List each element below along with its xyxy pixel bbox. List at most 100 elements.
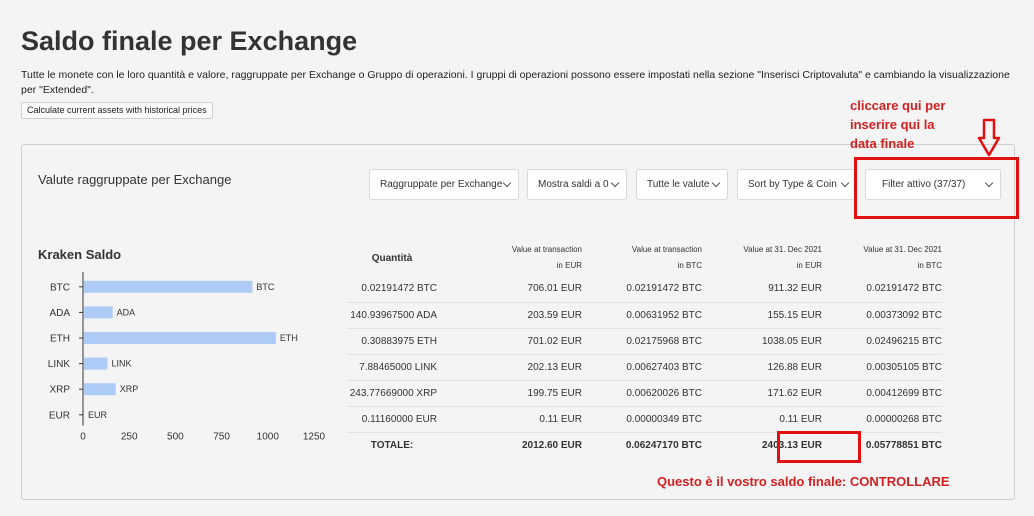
y-tick-label: ETH [50,334,70,345]
header-value-tx-eur-line2: in EUR [556,261,582,270]
table-cell: 0.00000268 BTC [822,406,942,433]
table-cell: 0.00620026 BTC [582,380,702,407]
bar-label: XRP [120,384,139,394]
x-tick-label: 1250 [303,432,326,443]
bar-label: ADA [117,307,136,317]
table-cell: 0.11160000 EUR [347,406,437,433]
total-cell: 2012.60 EUR [437,431,582,458]
instruction-line: cliccare qui per [850,98,946,113]
total-cell: 0.06247170 BTC [582,431,702,458]
bar-ada [84,306,113,319]
table-row: 0.11160000 EUR 0.11 EUR 0.00000349 BTC 0.11… [347,406,942,433]
group-by-dropdown[interactable]: Raggruppate per Exchange [369,169,519,200]
chevron-down-icon [502,178,512,188]
x-tick-label: 500 [167,432,184,443]
table-cell: 701.02 EUR [437,328,582,355]
header-value-dec-eur: Value at 31. Dec 2021 in EUR [702,242,822,276]
table-cell: 140.93967500 ADA [347,302,437,329]
table-cell: 0.11 EUR [702,406,822,433]
header-value-tx-btc: Value at transaction in BTC [582,242,702,276]
table-cell: 0.11 EUR [437,406,582,433]
currency-dropdown[interactable]: Tutte le valute [636,169,728,200]
bar-xrp [84,383,116,396]
page-title: Saldo finale per Exchange [21,26,358,56]
table-cell: 706.01 EUR [437,276,582,303]
table-cell: 0.00305105 BTC [822,354,942,381]
chevron-down-icon [610,178,620,188]
bar-label: EUR [88,410,108,420]
header-value-dec-btc-line2: in BTC [917,261,942,270]
sort-dropdown[interactable]: Sort by Type & Coin [737,169,857,200]
table-row: 140.93967500 ADA 203.59 EUR 0.00631952 BTC… [347,302,942,329]
table-cell: 0.00373092 BTC [822,302,942,329]
table-cell: 7.88465000 LINK [347,354,437,381]
zero-balance-dropdown[interactable]: Mostra saldi a 0 [527,169,627,200]
x-tick-label: 0 [80,432,86,443]
page-description: Tutte le monete con le loro quantità e v… [21,69,1010,96]
table-cell: 0.02191472 BTC [347,276,437,303]
bar-btc [84,280,253,293]
bar-link [84,357,108,370]
group-by-label: Raggruppate per Exchange [380,179,503,190]
table-cell: 126.88 EUR [702,354,822,381]
table-cell: 0.00631952 BTC [582,302,702,329]
instruction-annotation: cliccare qui per inserire qui la data fi… [850,96,945,153]
instruction-line: data finale [850,136,915,151]
header-value-tx-btc-line2: in BTC [677,261,702,270]
table-cell: 171.62 EUR [702,380,822,407]
x-tick-label: 1000 [257,432,280,443]
total-label: TOTALE: [347,431,437,458]
table-cell: 911.32 EUR [702,276,822,303]
header-value-dec-eur-line1: Value at 31. Dec 2021 [743,245,822,254]
bar-label: ETH [280,333,298,343]
x-tick-label: 750 [213,432,230,443]
highlight-total-box [777,431,861,463]
sort-label: Sort by Type & Coin [748,179,837,190]
x-tick-label: 250 [121,432,138,443]
header-value-dec-btc-line1: Value at 31. Dec 2021 [863,245,942,254]
table-cell: 0.00412699 BTC [822,380,942,407]
table-cell: 0.02175968 BTC [582,328,702,355]
y-tick-label: EUR [49,410,70,421]
table-cell: 0.00627403 BTC [582,354,702,381]
table-row: 0.02191472 BTC 706.01 EUR 0.02191472 BTC 91… [347,276,942,303]
header-value-tx-eur: Value at transaction in EUR [437,242,582,276]
table-row: 0.30883975 ETH 701.02 EUR 0.02175968 BTC 10… [347,328,942,355]
header-value-dec-btc: Value at 31. Dec 2021 in BTC [822,242,942,276]
arrow-down-icon [977,118,1001,157]
y-tick-label: BTC [50,282,70,293]
panel-title: Valute raggruppate per Exchange [38,172,232,187]
table-row: 7.88465000 LINK 202.13 EUR 0.00627403 BTC 1… [347,354,942,381]
table-cell: 155.15 EUR [702,302,822,329]
table-cell: 0.02191472 BTC [582,276,702,303]
instruction-line: inserire qui la [850,117,935,132]
bar-eth [84,332,276,344]
chevron-down-icon [840,178,850,188]
highlight-filter-box [854,157,1019,219]
zero-balance-label: Mostra saldi a 0 [538,179,609,190]
table-cell: 199.75 EUR [437,380,582,407]
table-header-row: Quantità Value at transaction in EUR Valu… [347,242,942,276]
header-value-dec-eur-line2: in EUR [796,261,822,270]
table-cell: 202.13 EUR [437,354,582,381]
y-tick-label: XRP [49,385,70,396]
table-cell: 0.02191472 BTC [822,276,942,303]
y-tick-label: LINK [48,359,71,370]
bar-label: LINK [111,359,131,369]
table-cell: 203.59 EUR [437,302,582,329]
chart-title: Kraken Saldo [38,247,122,262]
table-cell: 0.30883975 ETH [347,328,437,355]
table-row: 243.77669000 XRP 199.75 EUR 0.00620026 BTC… [347,380,942,407]
balance-bar-chart: BTC BTC ADA ADA ETH ETH LINK LINK XRP XRP EUR EUR 0 2… [48,272,326,443]
header-value-tx-btc-line1: Value at transaction [631,245,702,254]
table-cell: 243.77669000 XRP [347,380,437,407]
final-balance-note: Questo è il vostro saldo finale: CONTROL… [657,474,950,489]
historical-prices-button[interactable]: Calculate current assets with historical… [21,102,213,119]
table-cell: 1038.05 EUR [702,328,822,355]
table-cell: 0.02496215 BTC [822,328,942,355]
header-quantity: Quantità [371,253,413,264]
y-tick-label: ADA [49,308,70,319]
assets-table: Quantità Value at transaction in EUR Valu… [347,242,942,458]
header-value-tx-eur-line1: Value at transaction [511,245,582,254]
chevron-down-icon [711,178,721,188]
